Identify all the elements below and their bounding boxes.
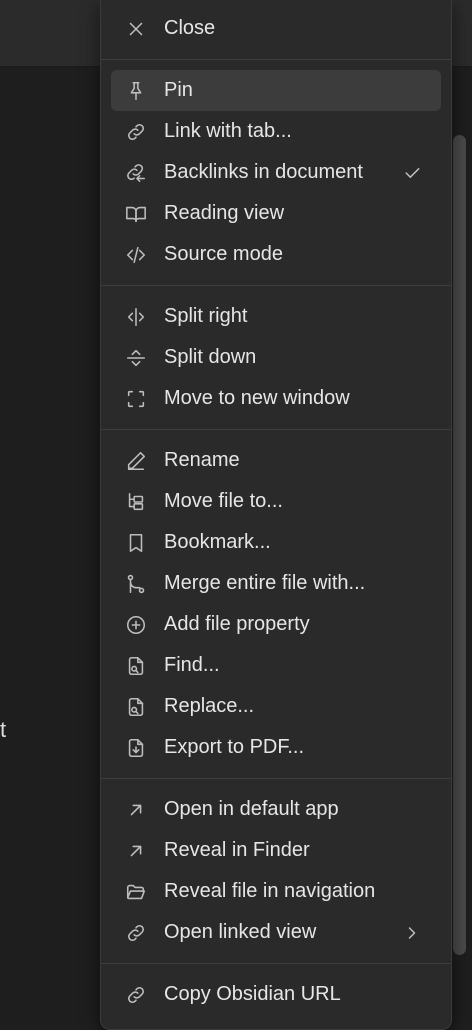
menu-item-label: Split right	[164, 305, 248, 327]
menu-item-label: Link with tab...	[164, 120, 292, 142]
new-window-icon	[123, 386, 149, 412]
close-icon	[123, 16, 149, 42]
check-icon	[401, 162, 423, 184]
menu-item-label: Open linked view	[164, 921, 317, 943]
menu-item-backlinks-in-document[interactable]: Backlinks in document	[111, 152, 441, 193]
book-open-icon	[123, 201, 149, 227]
menu-item-label: Rename	[164, 449, 240, 471]
menu-item-bookmark[interactable]: Bookmark...	[111, 522, 441, 563]
menu-item-rename[interactable]: Rename	[111, 440, 441, 481]
menu-item-label: Merge entire file with...	[164, 572, 366, 594]
menu-item-label: Pin	[164, 79, 193, 101]
file-export-icon	[123, 735, 149, 761]
menu-item-label: Add file property	[164, 613, 310, 635]
menu-item-label: Reveal in Finder	[164, 839, 310, 861]
menu-item-label: Source mode	[164, 243, 283, 265]
menu-item-split-right[interactable]: Split right	[111, 296, 441, 337]
menu-item-label: Replace...	[164, 695, 255, 717]
menu-item-label: Find...	[164, 654, 220, 676]
menu-item-pin[interactable]: Pin	[111, 70, 441, 111]
menu-item-label: Move file to...	[164, 490, 283, 512]
menu-item-move-to-new-window[interactable]: Move to new window	[111, 378, 441, 419]
menu-item-label: Close	[164, 17, 216, 39]
file-replace-icon	[123, 694, 149, 720]
plus-circle-icon	[123, 612, 149, 638]
context-menu: Close Pin Link with tab... Backlinks in doc…	[100, 0, 452, 1030]
split-down-icon	[123, 345, 149, 371]
menu-separator	[101, 429, 451, 430]
menu-item-copy-obsidian-url[interactable]: Copy Obsidian URL	[111, 974, 441, 1015]
menu-item-find[interactable]: Find...	[111, 645, 441, 686]
menu-item-label: Backlinks in document	[164, 161, 363, 183]
menu-separator	[101, 59, 451, 60]
menu-item-label: Move to new window	[164, 387, 350, 409]
menu-item-open-in-default-app[interactable]: Open in default app	[111, 789, 441, 830]
scrollbar[interactable]	[453, 135, 466, 955]
split-right-icon	[123, 304, 149, 330]
menu-item-export-to-pdf[interactable]: Export to PDF...	[111, 727, 441, 768]
menu-separator	[101, 285, 451, 286]
pencil-icon	[123, 448, 149, 474]
menu-item-reveal-in-finder[interactable]: Reveal in Finder	[111, 830, 441, 871]
backlinks-icon	[123, 160, 149, 186]
file-search-icon	[123, 653, 149, 679]
link-icon	[123, 119, 149, 145]
menu-item-move-file-to[interactable]: Move file to...	[111, 481, 441, 522]
menu-item-source-mode[interactable]: Source mode	[111, 234, 441, 275]
menu-separator	[101, 778, 451, 779]
link-icon	[123, 982, 149, 1008]
folder-tree-icon	[123, 489, 149, 515]
arrow-up-right-icon	[123, 797, 149, 823]
link-icon	[123, 920, 149, 946]
menu-item-reveal-file-in-navigation[interactable]: Reveal file in navigation	[111, 871, 441, 912]
menu-item-label: Open in default app	[164, 798, 339, 820]
chevron-right-icon	[401, 922, 423, 944]
code-icon	[123, 242, 149, 268]
menu-item-label: Reveal file in navigation	[164, 880, 376, 902]
pin-icon	[123, 78, 149, 104]
menu-item-label: Reading view	[164, 202, 285, 224]
folder-open-icon	[123, 879, 149, 905]
menu-item-label: Copy Obsidian URL	[164, 983, 341, 1005]
menu-item-label: Bookmark...	[164, 531, 271, 553]
menu-item-link-with-tab[interactable]: Link with tab...	[111, 111, 441, 152]
menu-item-reading-view[interactable]: Reading view	[111, 193, 441, 234]
menu-item-open-linked-view[interactable]: Open linked view	[111, 912, 441, 953]
merge-icon	[123, 571, 149, 597]
menu-item-split-down[interactable]: Split down	[111, 337, 441, 378]
menu-separator	[101, 963, 451, 964]
background-text: t	[0, 717, 7, 742]
menu-item-merge-entire-file-with[interactable]: Merge entire file with...	[111, 563, 441, 604]
menu-item-label: Export to PDF...	[164, 736, 305, 758]
menu-item-add-file-property[interactable]: Add file property	[111, 604, 441, 645]
arrow-up-right-icon	[123, 838, 149, 864]
menu-item-close[interactable]: Close	[111, 8, 441, 49]
menu-item-replace[interactable]: Replace...	[111, 686, 441, 727]
menu-item-label: Split down	[164, 346, 257, 368]
bookmark-icon	[123, 530, 149, 556]
